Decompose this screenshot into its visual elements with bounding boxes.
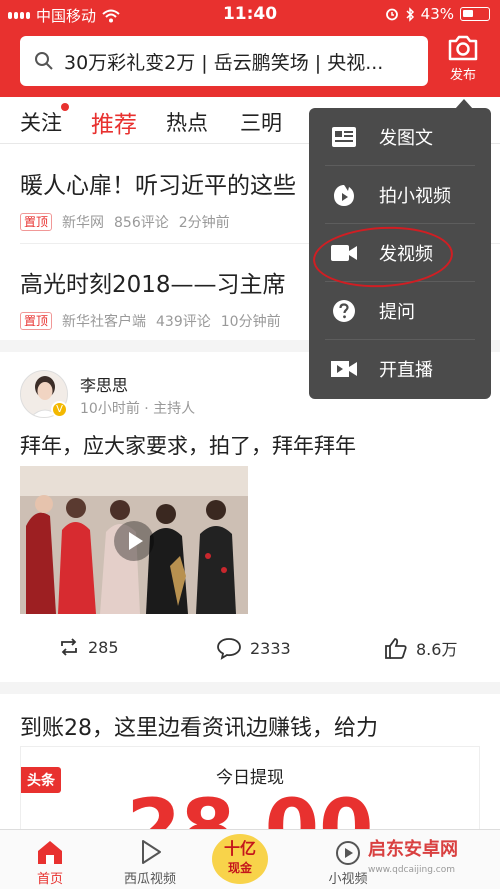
comment-button[interactable]: 2333 bbox=[216, 636, 291, 660]
nav-home[interactable]: 首页 bbox=[10, 838, 90, 887]
nav-small-video-label: 小视频 bbox=[328, 872, 368, 887]
cash-line1: 十亿 bbox=[223, 839, 256, 858]
news-time: 10分钟前 bbox=[220, 314, 281, 330]
play-icon bbox=[129, 532, 143, 550]
tab-follow[interactable]: 关注 bbox=[20, 107, 62, 137]
cash-reward-badge[interactable]: 十亿 现金 bbox=[212, 834, 268, 884]
bluetooth-icon bbox=[406, 6, 414, 22]
news-source: 新华网 bbox=[62, 215, 105, 231]
publish-button[interactable]: 发布 bbox=[440, 34, 486, 83]
menu-item-go-live[interactable]: 开直播 bbox=[309, 340, 491, 398]
thumbs-up-icon bbox=[385, 638, 407, 659]
menu-item-shoot-small-video[interactable]: 拍小视频 bbox=[309, 166, 491, 224]
news-comments: 439评论 bbox=[156, 314, 211, 330]
comment-count: 2333 bbox=[250, 638, 291, 658]
status-right: 43% bbox=[385, 5, 490, 23]
play-button[interactable] bbox=[114, 521, 154, 561]
pinned-badge: 置顶 bbox=[20, 213, 53, 231]
menu-item-label: 开直播 bbox=[379, 360, 433, 381]
ad-title[interactable]: 到账28，这里边看资讯边赚钱，给力 bbox=[20, 710, 378, 742]
news-source: 新华社客户端 bbox=[62, 314, 147, 330]
cash-line2: 现金 bbox=[227, 861, 252, 875]
like-count: 8.6万 bbox=[416, 640, 458, 659]
nav-xigua-label: 西瓜视频 bbox=[123, 872, 176, 887]
nav-home-label: 首页 bbox=[36, 872, 63, 887]
small-video-nav-icon bbox=[336, 841, 360, 865]
watermark-logo: 启东安卓网 www.qdcaijing.com bbox=[368, 840, 458, 880]
tab-sanming[interactable]: 三明 bbox=[240, 107, 282, 137]
menu-item-label: 发图文 bbox=[379, 128, 433, 149]
home-icon bbox=[38, 841, 62, 864]
watermark-title: 启东安卓网 bbox=[368, 839, 458, 860]
nav-xigua-video[interactable]: 西瓜视频 bbox=[110, 838, 190, 887]
question-icon bbox=[331, 298, 357, 324]
search-query: 30万彩礼变2万 | 岳云鹏笑场 | 央视... bbox=[64, 51, 384, 74]
news-comments: 856评论 bbox=[114, 215, 169, 231]
menu-item-post-article[interactable]: 发图文 bbox=[309, 108, 491, 166]
watermark-url: www.qdcaijing.com bbox=[368, 865, 456, 875]
news-time: 2分钟前 bbox=[178, 215, 230, 231]
verified-badge: V bbox=[51, 401, 68, 418]
play-triangle-icon bbox=[142, 840, 161, 864]
post-meta: 10小时前 · 主持人 bbox=[80, 401, 196, 417]
section-gap bbox=[0, 682, 500, 694]
tab-recommend[interactable]: 推荐 bbox=[91, 105, 137, 139]
pinned-badge: 置顶 bbox=[20, 312, 53, 330]
alarm-icon bbox=[385, 8, 398, 21]
top-header: 中国移动 11:40 43% 30万彩礼变2万 | 岳云鹏笑场 | 央视... … bbox=[0, 0, 500, 97]
image-text-icon bbox=[331, 124, 357, 150]
video-thumbnail[interactable] bbox=[20, 466, 248, 614]
comment-icon bbox=[217, 638, 241, 660]
menu-item-label: 拍小视频 bbox=[379, 186, 451, 207]
search-input[interactable]: 30万彩礼变2万 | 岳云鹏笑场 | 央视... bbox=[20, 36, 428, 86]
menu-item-label: 提问 bbox=[379, 302, 415, 323]
repost-count: 285 bbox=[88, 637, 119, 657]
live-icon bbox=[331, 356, 357, 382]
camera-icon bbox=[448, 35, 478, 61]
post-text[interactable]: 拜年，应大家要求，拍了，拜年拜年 bbox=[20, 430, 356, 460]
search-icon bbox=[35, 52, 53, 70]
repost-button[interactable]: 285 bbox=[58, 636, 119, 658]
tab-hot[interactable]: 热点 bbox=[166, 107, 208, 137]
menu-item-ask-question[interactable]: 提问 bbox=[309, 282, 491, 340]
repost-icon bbox=[61, 638, 77, 656]
battery-percent: 43% bbox=[420, 5, 454, 23]
small-video-icon bbox=[331, 182, 357, 208]
post-actions: 285 2333 8.6万 bbox=[0, 636, 500, 666]
battery-icon bbox=[460, 7, 490, 21]
like-button[interactable]: 8.6万 bbox=[384, 636, 457, 660]
publish-label: 发布 bbox=[449, 68, 476, 83]
status-bar: 中国移动 11:40 43% bbox=[0, 0, 500, 30]
post-author[interactable]: 李思思 bbox=[80, 372, 128, 396]
unread-dot bbox=[61, 103, 69, 111]
